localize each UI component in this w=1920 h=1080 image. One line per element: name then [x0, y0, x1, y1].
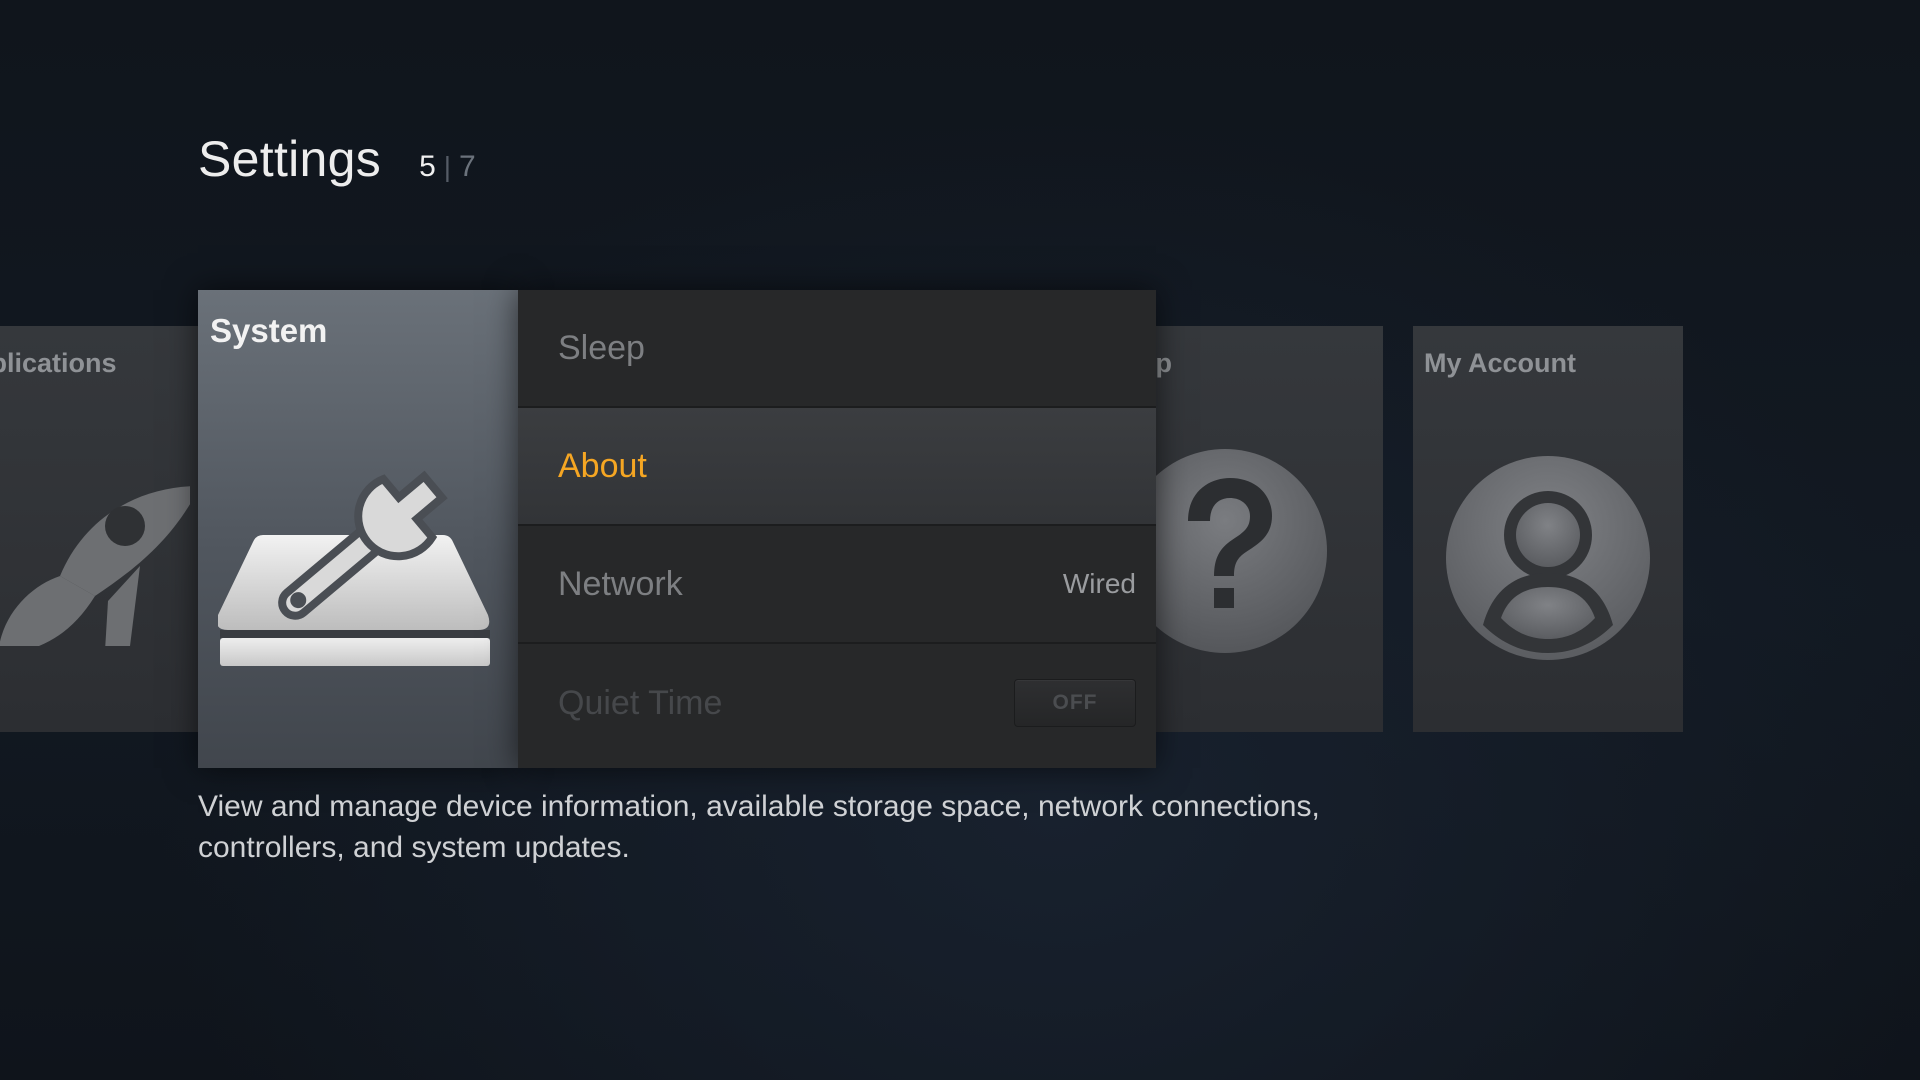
tile-my-account-label: My Account — [1424, 348, 1577, 378]
network-status-value: Wired — [1062, 568, 1136, 599]
tile-system[interactable]: System — [198, 290, 518, 768]
menu-item-label: Sleep — [558, 328, 645, 367]
menu-item-label: Network — [558, 564, 683, 603]
tile-my-account[interactable]: My Account — [1413, 326, 1683, 732]
page-total: 7 — [459, 150, 476, 183]
drive-wrench-icon — [218, 470, 490, 666]
section-description: View and manage device information, avai… — [198, 790, 1320, 864]
tile-applications-label: pplications — [0, 348, 117, 378]
menu-item-network[interactable]: Network Wired — [518, 526, 1156, 644]
question-mark-icon — [1130, 449, 1327, 653]
page-indicator: 5 | 7 — [419, 150, 476, 184]
tile-applications[interactable]: pplications — [0, 326, 198, 732]
tile-system-label: System — [210, 312, 328, 349]
menu-item-label: Quiet Time — [558, 683, 723, 722]
menu-item-about[interactable]: About — [518, 408, 1156, 526]
page-current: 5 — [419, 150, 436, 183]
menu-item-sleep[interactable]: Sleep — [518, 290, 1156, 408]
quiet-time-toggle[interactable]: OFF — [1014, 679, 1136, 727]
page-title: Settings — [198, 131, 382, 187]
page-separator: | — [443, 151, 452, 182]
rocket-icon — [0, 486, 190, 646]
menu-item-label: About — [558, 446, 647, 485]
user-icon — [1446, 456, 1650, 660]
page-header: Settings 5 | 7 — [198, 130, 476, 188]
menu-item-quiet-time[interactable]: Quiet Time OFF — [518, 644, 1156, 762]
settings-menu: Sleep About Network Wired Quiet Time OFF — [518, 290, 1156, 768]
tile-help[interactable]: lp — [1130, 326, 1383, 732]
